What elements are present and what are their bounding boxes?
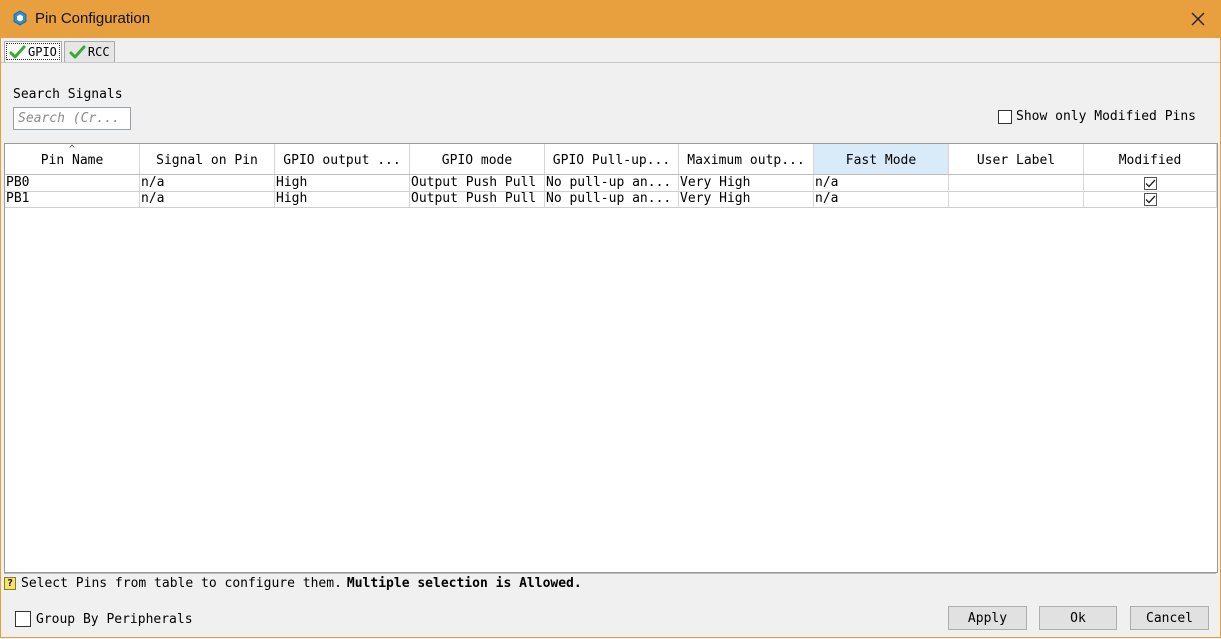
- cell-max-speed: Very High: [679, 175, 814, 191]
- cell-pin-name: PB0: [5, 175, 140, 191]
- checkmark-icon: [9, 45, 26, 58]
- cell-fast-mode: n/a: [814, 175, 949, 191]
- cell-modified: [1084, 191, 1217, 207]
- column-header-modified[interactable]: Modified: [1084, 144, 1217, 174]
- column-label: Maximum outp...: [687, 153, 805, 168]
- table-row[interactable]: PB1 n/a High Output Push Pull No pull-up…: [5, 191, 1217, 208]
- cell-max-speed: Very High: [679, 191, 814, 207]
- tab-gpio-label: GPIO: [28, 45, 57, 59]
- show-modified-label: Show only Modified Pins: [1016, 109, 1197, 124]
- search-input[interactable]: [13, 107, 131, 130]
- column-header-gpio-mode[interactable]: GPIO mode: [410, 144, 545, 174]
- column-label: User Label: [976, 153, 1056, 168]
- help-icon: ?: [4, 576, 16, 590]
- tab-strip: GPIO RCC: [4, 41, 117, 63]
- column-label: GPIO output ...: [283, 153, 401, 168]
- column-label: Modified: [1118, 153, 1182, 168]
- close-icon: [1191, 12, 1205, 26]
- show-modified-toggle[interactable]: Show only Modified Pins: [998, 109, 1196, 124]
- show-modified-checkbox[interactable]: [998, 109, 1012, 124]
- column-header-user-label[interactable]: User Label: [949, 144, 1084, 174]
- cell-signal: n/a: [140, 175, 275, 191]
- tab-divider: [1, 62, 1220, 63]
- group-by-checkbox[interactable]: [15, 611, 31, 627]
- app-cube-icon: [13, 10, 27, 26]
- status-bold-text: Multiple selection is Allowed.: [346, 575, 582, 591]
- checkmark-icon: [1145, 195, 1155, 203]
- cancel-button[interactable]: Cancel: [1130, 606, 1209, 630]
- sort-ascending-icon: ^: [69, 144, 76, 155]
- column-label: Signal on Pin: [156, 153, 258, 168]
- ok-button[interactable]: Ok: [1039, 606, 1117, 630]
- cell-gpio-pull: No pull-up an...: [545, 191, 679, 207]
- group-by-peripherals-toggle[interactable]: Group By Peripherals: [15, 611, 193, 627]
- cell-modified: [1084, 175, 1217, 191]
- column-header-max-output-speed[interactable]: Maximum outp...: [679, 144, 814, 174]
- checkmark-icon: [69, 45, 86, 58]
- tab-rcc[interactable]: RCC: [63, 41, 115, 62]
- pin-table: ^ Pin Name Signal on Pin GPIO output ...…: [4, 143, 1218, 573]
- checkmark-icon: [1145, 179, 1155, 187]
- apply-button[interactable]: Apply: [948, 606, 1027, 630]
- cell-gpio-mode: Output Push Pull: [410, 175, 545, 191]
- table-header: ^ Pin Name Signal on Pin GPIO output ...…: [5, 144, 1217, 175]
- close-button[interactable]: [1185, 6, 1211, 32]
- window-title: Pin Configuration: [35, 10, 151, 27]
- cell-pin-name: PB1: [5, 191, 140, 207]
- status-text: Select Pins from table to configure them…: [21, 575, 342, 591]
- modified-checkbox[interactable]: [1143, 176, 1157, 190]
- status-bar: ? Select Pins from table to configure th…: [4, 573, 1216, 592]
- search-label: Search Signals: [13, 87, 123, 102]
- cell-fast-mode: n/a: [814, 191, 949, 207]
- cell-gpio-pull: No pull-up an...: [545, 175, 679, 191]
- modified-checkbox[interactable]: [1143, 192, 1157, 206]
- column-header-fast-mode[interactable]: Fast Mode: [814, 144, 949, 174]
- cell-signal: n/a: [140, 191, 275, 207]
- cell-gpio-mode: Output Push Pull: [410, 191, 545, 207]
- column-header-pin-name[interactable]: ^ Pin Name: [5, 144, 140, 174]
- title-bar: Pin Configuration: [0, 0, 1221, 38]
- tab-rcc-label: RCC: [87, 45, 110, 59]
- dialog-body: GPIO RCC Search Signals Show only Modifi…: [0, 38, 1221, 638]
- cell-user-label[interactable]: [949, 175, 1084, 191]
- table-row[interactable]: PB0 n/a High Output Push Pull No pull-up…: [5, 175, 1217, 192]
- column-header-signal[interactable]: Signal on Pin: [140, 144, 275, 174]
- group-by-label: Group By Peripherals: [36, 611, 193, 627]
- cell-user-label[interactable]: [949, 191, 1084, 207]
- column-label: GPIO Pull-up...: [552, 153, 671, 168]
- cell-gpio-output: High: [275, 175, 410, 191]
- cell-gpio-output: High: [275, 191, 410, 207]
- column-header-gpio-output[interactable]: GPIO output ...: [275, 144, 410, 174]
- column-label: GPIO mode: [441, 153, 513, 168]
- column-label: Fast Mode: [845, 153, 917, 168]
- tab-gpio[interactable]: GPIO: [4, 41, 62, 62]
- column-label: Pin Name: [40, 153, 104, 168]
- column-header-gpio-pull[interactable]: GPIO Pull-up...: [545, 144, 679, 174]
